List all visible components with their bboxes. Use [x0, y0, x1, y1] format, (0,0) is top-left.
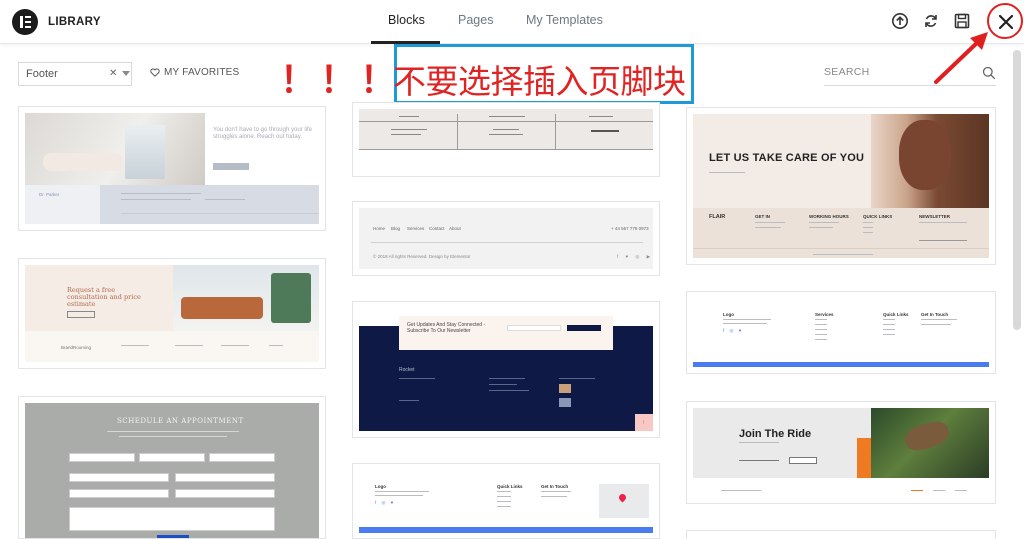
template-card[interactable]: Logo f ◎ ♥ Services Quick Links Get In T… — [686, 291, 996, 374]
template-card[interactable] — [686, 530, 996, 539]
elementor-logo-icon — [12, 9, 38, 35]
template-card[interactable]: SCHEDULE AN APPOINTMENT — [18, 396, 326, 539]
card-headline: Get Updates And Stay Connected - Subscri… — [407, 322, 486, 334]
card-headline: LET US TAKE CARE OF YOU — [709, 152, 865, 164]
scrollbar[interactable] — [1013, 50, 1021, 330]
template-preview: LET US TAKE CARE OF YOU FLAIR GET IN WOR… — [693, 114, 989, 258]
template-preview: Home Blog Services Contact About + 44 56… — [359, 208, 653, 269]
card-brand: Rocket — [399, 367, 415, 373]
footer-col-title: GET IN — [755, 214, 771, 219]
clear-icon[interactable]: ✕ — [109, 68, 117, 79]
footer-col-title: Quick Links — [497, 484, 523, 489]
footer-col-title: Quick Links — [883, 312, 909, 317]
template-card[interactable]: LET US TAKE CARE OF YOU FLAIR GET IN WOR… — [686, 107, 996, 265]
template-preview: You don't have to go through your life s… — [25, 113, 319, 224]
upload-icon[interactable] — [891, 12, 909, 30]
tab-my-templates[interactable]: My Templates — [526, 13, 603, 27]
card-headline: Request a free consultation and price es… — [67, 286, 141, 308]
template-preview: SCHEDULE AN APPOINTMENT — [25, 403, 319, 538]
my-favorites-label: MY FAVORITES — [164, 67, 240, 78]
card-brand: Dr. Parker — [39, 192, 60, 197]
footer-nav-item: Home — [373, 226, 386, 231]
template-card[interactable]: Home Blog Services Contact About + 44 56… — [352, 201, 660, 276]
template-card[interactable]: You don't have to go through your life s… — [18, 106, 326, 231]
category-select[interactable]: Footer ✕ — [18, 62, 132, 86]
red-arrow-pointer — [934, 32, 988, 84]
template-preview: Logo f ◎ ♥ Quick Links Get In Touch — [359, 470, 653, 538]
footer-phone: + 44 567 778 0973 — [611, 226, 649, 231]
footer-nav-item: Contact — [429, 226, 445, 231]
footer-nav-item: Blog — [391, 226, 401, 231]
footer-col-title: Get In Touch — [541, 484, 569, 489]
template-preview: Request a free consultation and price es… — [25, 265, 319, 362]
exclamation-mark: ！ — [280, 60, 317, 101]
footer-col-title: QUICK LINKS — [863, 214, 893, 219]
my-favorites-filter[interactable]: MY FAVORITES — [150, 67, 239, 78]
footer-col-title: Logo — [375, 484, 386, 489]
template-preview: Get Updates And Stay Connected - Subscri… — [359, 308, 653, 431]
card-brand: FLAIR — [709, 214, 726, 220]
template-card[interactable]: Logo f ◎ ♥ Quick Links Get In Touch — [352, 463, 660, 539]
footer-col-title: Logo — [723, 312, 734, 317]
footer-col-title: NEWSLETTER — [919, 214, 950, 219]
template-card[interactable]: Request a free consultation and price es… — [18, 258, 326, 369]
template-preview — [359, 109, 653, 170]
template-preview: Join The Ride — [693, 408, 989, 497]
footer-copyright: © 2018 All rights Reserved. Design by El… — [373, 254, 471, 259]
card-headline: Join The Ride — [739, 428, 812, 440]
footer-nav-item: About — [449, 226, 461, 231]
card-brand: BrandRooming — [61, 345, 92, 350]
card-headline: You don't have to go through your life s… — [213, 127, 312, 140]
tab-pages[interactable]: Pages — [458, 13, 493, 27]
card-headline: SCHEDULE AN APPOINTMENT — [117, 417, 244, 425]
annotation-text: 不要选择插入页脚块 — [393, 62, 686, 101]
exclamation-mark: ！ — [320, 60, 357, 101]
library-title: LIBRARY — [48, 16, 101, 28]
tab-blocks[interactable]: Blocks — [388, 13, 425, 27]
footer-col-title: Services — [815, 312, 834, 317]
library-header: LIBRARY Blocks Pages My Templates — [0, 0, 1024, 44]
template-card[interactable]: Get Updates And Stay Connected - Subscri… — [352, 301, 660, 438]
category-select-value: Footer — [26, 68, 58, 80]
footer-col-title: Get In Touch — [921, 312, 949, 317]
template-card[interactable] — [352, 102, 660, 177]
heart-icon — [150, 68, 160, 77]
footer-nav-item: Services — [407, 226, 425, 231]
footer-col-title: WORKING HOURS — [809, 214, 849, 219]
template-preview: Logo f ◎ ♥ Services Quick Links Get In T… — [693, 298, 989, 367]
chevron-down-icon[interactable] — [122, 71, 130, 76]
exclamation-mark: ！ — [360, 60, 397, 101]
template-card[interactable]: Join The Ride — [686, 401, 996, 504]
